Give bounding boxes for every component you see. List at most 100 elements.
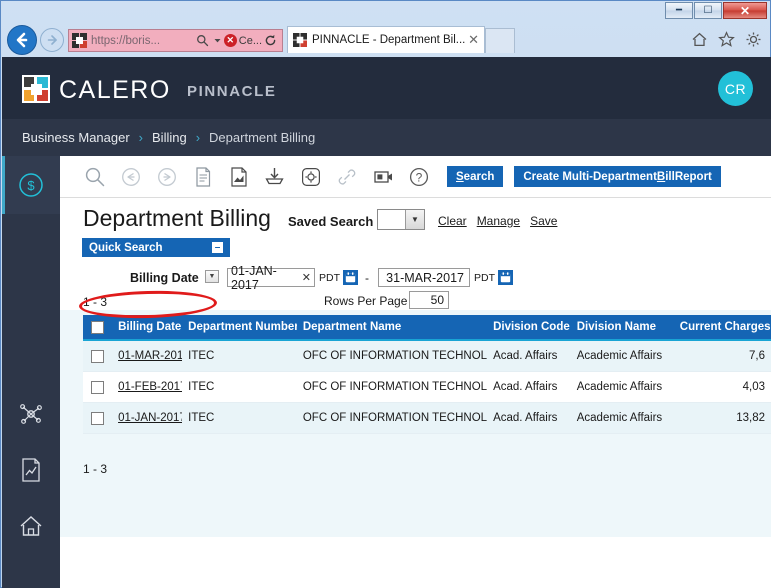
cell-billing-date[interactable]: 01-JAN-2017 xyxy=(112,412,182,424)
table-row[interactable]: 01-JAN-2017 ITEC OFC OF INFORMATION TECH… xyxy=(83,403,771,434)
row-checkbox[interactable] xyxy=(83,350,112,363)
gear-icon[interactable] xyxy=(298,164,323,189)
breadcrumb-separator-icon: › xyxy=(139,130,143,145)
cell-department-name: OFC OF INFORMATION TECHNOLOGY xyxy=(297,381,487,393)
create-multi-department-bill-report-button[interactable]: Create Multi-Department BillReport xyxy=(514,166,721,187)
cell-division-name: Academic Affairs xyxy=(571,350,674,362)
cell-department-number: ITEC xyxy=(182,412,297,424)
saved-search-select[interactable]: ▼ xyxy=(377,209,425,230)
quick-search-collapse-icon[interactable]: – xyxy=(212,242,223,253)
forward-button[interactable] xyxy=(40,28,64,52)
breadcrumb-item-business-manager[interactable]: Business Manager xyxy=(22,130,130,145)
column-header-department-number[interactable]: Department Number xyxy=(182,321,297,333)
redo-icon[interactable] xyxy=(154,164,179,189)
sidebar-item-billing[interactable]: $ xyxy=(2,157,60,213)
sidebar-item-network[interactable] xyxy=(2,386,60,442)
brand-name: CALERO xyxy=(59,76,171,105)
select-all-checkbox[interactable] xyxy=(83,321,112,334)
favorites-star-icon[interactable] xyxy=(718,31,735,53)
billing-date-from-calendar-icon[interactable] xyxy=(343,270,358,285)
column-header-current-charges[interactable]: Current Charges xyxy=(674,321,771,333)
certificate-error-icon: ✕ xyxy=(224,34,237,47)
rows-per-page-label: Rows Per Page xyxy=(324,294,407,308)
download-icon[interactable] xyxy=(262,164,287,189)
table-row[interactable]: 01-FEB-2017 ITEC OFC OF INFORMATION TECH… xyxy=(83,372,771,403)
saved-search-label: Saved Search xyxy=(288,214,373,229)
browser-nav-bar: https://boris... ✕ Ce... xyxy=(1,21,770,57)
breadcrumb-item-billing[interactable]: Billing xyxy=(152,130,187,145)
date-range-separator: - xyxy=(365,271,369,285)
billing-date-dropdown-icon[interactable]: ▼ xyxy=(205,270,219,283)
manage-link[interactable]: Manage xyxy=(477,214,520,228)
window-controls: ━ ☐ ✕ xyxy=(665,2,767,19)
cell-current-charges: 4,03 xyxy=(674,381,771,393)
quick-search-header[interactable]: Quick Search – xyxy=(82,238,230,257)
chevron-down-icon[interactable]: ▼ xyxy=(405,210,424,229)
column-header-department-name[interactable]: Department Name xyxy=(297,321,487,333)
help-icon[interactable]: ? xyxy=(406,164,431,189)
certificate-error-badge[interactable]: ✕ Ce... xyxy=(224,34,262,47)
video-icon[interactable] xyxy=(370,164,395,189)
document-export-icon[interactable] xyxy=(226,164,251,189)
maximize-button[interactable]: ☐ xyxy=(694,2,722,19)
cell-department-number: ITEC xyxy=(182,350,297,362)
saved-search-value xyxy=(378,210,384,229)
results-grid-header: Billing Date▾ Department Number Departme… xyxy=(83,315,771,341)
link-icon[interactable] xyxy=(334,164,359,189)
settings-gear-icon[interactable] xyxy=(745,31,762,53)
cell-billing-date[interactable]: 01-FEB-2017 xyxy=(112,381,182,393)
tab-favicon-icon xyxy=(293,33,308,48)
content-area: Department Billing Saved Search ▼ Clear … xyxy=(60,198,771,588)
rows-per-page-value: 50 xyxy=(431,293,444,307)
tab-close-icon[interactable]: ✕ xyxy=(465,32,479,48)
action-toolbar: ? Search Create Multi-Department BillRep… xyxy=(60,156,771,198)
address-bar[interactable]: https://boris... ✕ Ce... xyxy=(68,29,283,52)
close-button[interactable]: ✕ xyxy=(723,2,767,19)
rows-per-page-input[interactable]: 50 xyxy=(409,291,449,309)
svg-text:?: ? xyxy=(415,170,422,184)
cell-billing-date[interactable]: 01-MAR-2017 xyxy=(112,350,182,362)
svg-text:$: $ xyxy=(27,178,35,193)
billing-date-from-input[interactable]: 01-JAN-2017 ✕ xyxy=(227,268,315,287)
address-search-icon[interactable] xyxy=(196,34,209,47)
browser-tab[interactable]: PINNACLE - Department Bil... ✕ xyxy=(287,26,485,53)
column-header-division-name[interactable]: Division Name xyxy=(571,321,674,333)
billing-date-from-value: 01-JAN-2017 xyxy=(231,264,299,292)
search-icon[interactable] xyxy=(82,164,107,189)
row-checkbox[interactable] xyxy=(83,412,112,425)
billing-dollar-icon: $ xyxy=(18,172,44,198)
breadcrumb-separator-icon: › xyxy=(196,130,200,145)
clear-link[interactable]: Clear xyxy=(438,214,467,228)
cell-division-code: Acad. Affairs xyxy=(487,381,571,393)
browser-toolbar-icons xyxy=(691,31,762,53)
new-tab-button[interactable] xyxy=(485,28,515,53)
cell-department-name: OFC OF INFORMATION TECHNOLOGY xyxy=(297,412,487,424)
column-header-division-code[interactable]: Division Code xyxy=(487,321,571,333)
cell-current-charges: 7,6 xyxy=(674,350,771,362)
billing-date-to-value: 31-MAR-2017 xyxy=(386,271,464,285)
address-dropdown-icon[interactable] xyxy=(213,36,222,45)
save-link[interactable]: Save xyxy=(530,214,557,228)
sidebar-item-home[interactable] xyxy=(2,498,60,554)
browser-window: ━ ☐ ✕ xyxy=(0,0,771,588)
search-button[interactable]: Search xyxy=(447,166,503,187)
billing-date-from-timezone: PDT xyxy=(319,272,340,284)
minimize-button[interactable]: ━ xyxy=(665,2,693,19)
avatar[interactable]: CR xyxy=(718,71,753,106)
breadcrumb-item-department-billing[interactable]: Department Billing xyxy=(209,130,315,145)
billing-date-to-input[interactable]: 31-MAR-2017 xyxy=(378,268,470,287)
billing-date-from-clear-icon[interactable]: ✕ xyxy=(299,271,311,284)
sidebar-item-reports[interactable] xyxy=(2,442,60,498)
cell-department-number: ITEC xyxy=(182,381,297,393)
report-chart-icon xyxy=(18,457,44,483)
billing-date-to-calendar-icon[interactable] xyxy=(498,270,513,285)
refresh-icon[interactable] xyxy=(264,34,277,47)
table-row[interactable]: 01-MAR-2017 ITEC OFC OF INFORMATION TECH… xyxy=(83,341,771,372)
column-header-billing-date[interactable]: Billing Date▾ xyxy=(112,321,182,333)
forward-arrow-icon xyxy=(45,33,59,47)
document-icon[interactable] xyxy=(190,164,215,189)
row-checkbox[interactable] xyxy=(83,381,112,394)
undo-icon[interactable] xyxy=(118,164,143,189)
back-button[interactable] xyxy=(7,25,37,55)
home-icon[interactable] xyxy=(691,31,708,53)
